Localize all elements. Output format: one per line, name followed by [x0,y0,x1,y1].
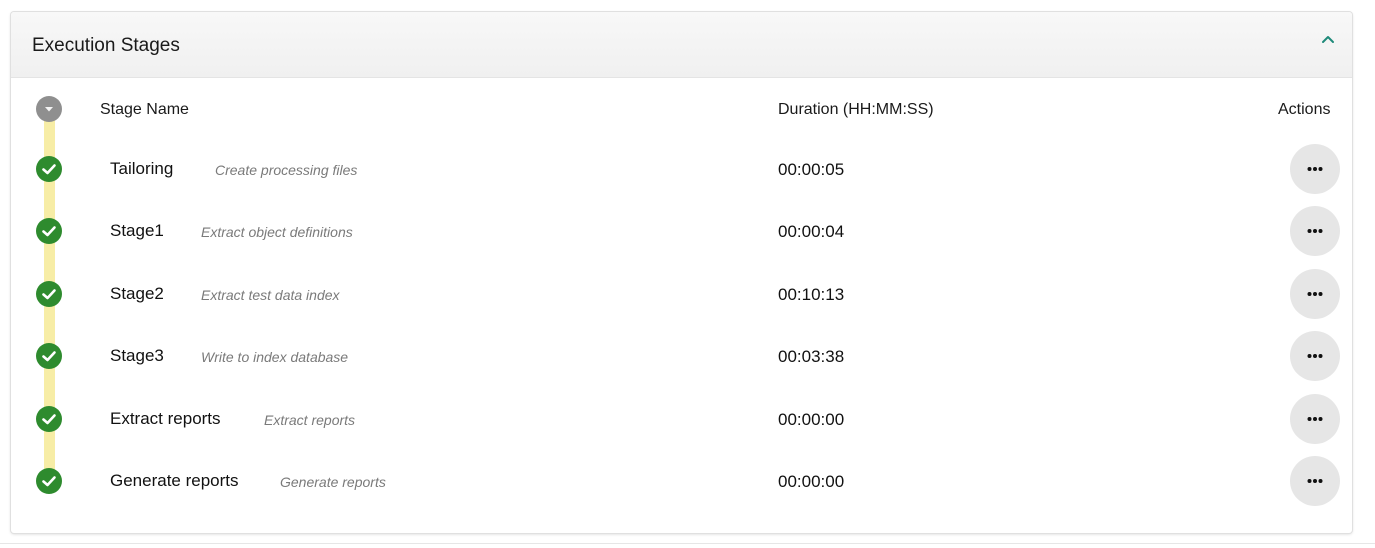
stage-actions-button[interactable] [1290,456,1340,506]
stage-actions-button[interactable] [1290,206,1340,256]
panel-header[interactable]: Execution Stages [11,12,1352,78]
check-circle-icon [36,406,62,432]
more-horizontal-icon [1307,479,1323,483]
panel-title: Execution Stages [32,35,180,56]
execution-stages-panel: Execution Stages Stage Name Duration (HH… [11,12,1352,533]
more-horizontal-icon [1307,354,1323,358]
stage-description: Generate reports [280,474,386,490]
stage-actions-button[interactable] [1290,394,1340,444]
column-header-stage-name: Stage Name [100,101,189,118]
stage-description: Extract reports [264,412,356,428]
stage-description: Extract test data index [201,287,340,303]
stage-duration: 00:00:00 [778,472,845,491]
check-circle-icon [36,343,62,369]
stage-actions-button[interactable] [1290,144,1340,194]
chevron-up-icon [1322,36,1334,43]
stage-description: Write to index database [201,349,349,365]
stage-description: Create processing files [215,162,358,178]
more-horizontal-icon [1307,417,1323,421]
more-horizontal-icon [1307,292,1323,296]
stage-row: Generate reports Generate reports 00:00:… [11,456,1352,506]
expand-all-toggle[interactable] [36,96,62,122]
check-circle-icon [36,281,62,307]
stage-duration: 00:00:00 [778,410,845,429]
stage-name: Extract reports [110,409,221,428]
stage-duration: 00:10:13 [778,285,845,304]
stage-actions-button[interactable] [1290,331,1340,381]
stage-duration: 00:00:04 [778,222,845,241]
check-circle-icon [36,218,62,244]
stage-name: Tailoring [110,159,174,178]
stage-row: Tailoring Create processing files 00:00:… [11,144,1352,194]
more-horizontal-icon [1307,229,1323,233]
collapse-panel-button[interactable] [1316,28,1340,52]
column-header-duration: Duration (HH:MM:SS) [778,101,934,118]
stage-row: Stage2 Extract test data index 00:10:13 [11,269,1352,319]
stage-name: Stage3 [110,346,164,365]
stage-duration: 00:00:05 [778,160,845,179]
stage-description: Extract object definitions [201,224,353,240]
stage-row: Extract reports Extract reports 00:00:00 [11,394,1352,444]
stage-row: Stage1 Extract object definitions 00:00:… [11,206,1352,256]
stage-name: Stage1 [110,221,164,240]
stage-name: Stage2 [110,284,164,303]
check-circle-icon [36,156,62,182]
page-divider [0,543,1375,544]
check-circle-icon [36,468,62,494]
caret-down-icon [45,107,53,112]
column-header-actions: Actions [1278,101,1331,118]
stage-row: Stage3 Write to index database 00:03:38 [11,331,1352,381]
stage-duration: 00:03:38 [778,347,845,366]
stage-name: Generate reports [110,471,239,490]
more-horizontal-icon [1307,167,1323,171]
stage-actions-button[interactable] [1290,269,1340,319]
